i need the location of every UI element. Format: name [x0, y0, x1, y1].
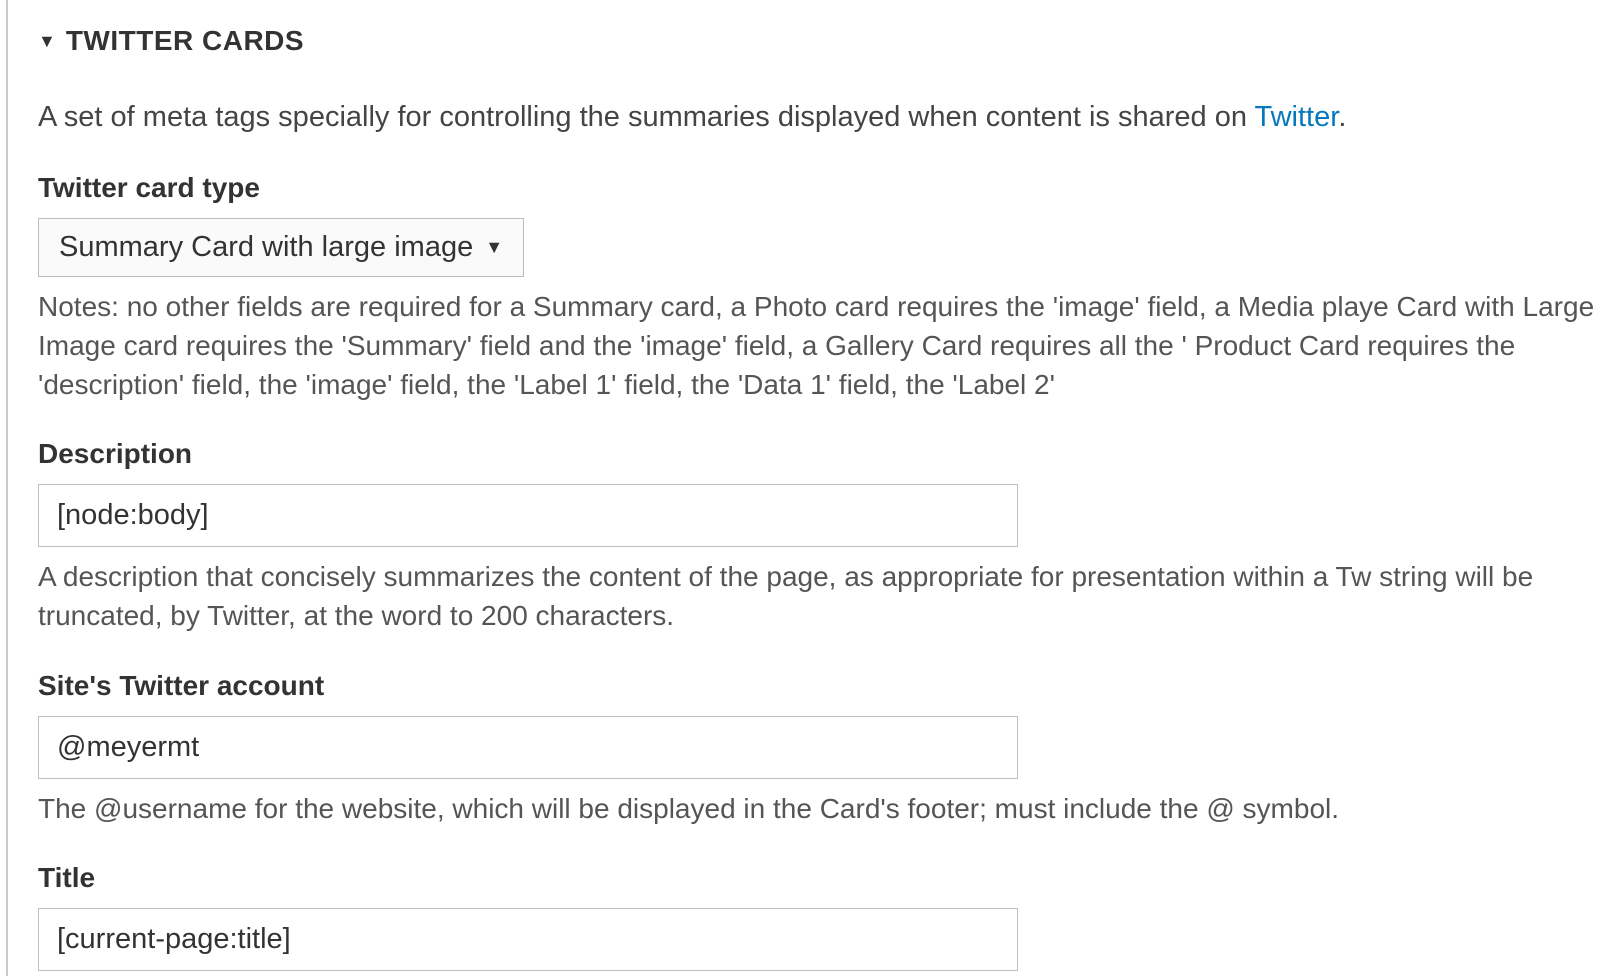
- card-type-label: Twitter card type: [38, 172, 1616, 204]
- description-input[interactable]: [38, 484, 1018, 547]
- fieldset-title: TWITTER CARDS: [66, 25, 304, 57]
- site-account-label: Site's Twitter account: [38, 670, 1616, 702]
- site-account-input[interactable]: [38, 716, 1018, 779]
- fieldset-intro: A set of meta tags specially for control…: [38, 97, 1616, 138]
- description-label: Description: [38, 438, 1616, 470]
- card-type-notes: Notes: no other fields are required for …: [38, 287, 1616, 405]
- disclosure-triangle-icon: ▼: [38, 32, 56, 50]
- fieldset-toggle[interactable]: ▼ TWITTER CARDS: [38, 25, 1616, 57]
- description-help: A description that concisely summarizes …: [38, 557, 1616, 635]
- intro-prefix: A set of meta tags specially for control…: [38, 101, 1255, 133]
- title-label: Title: [38, 862, 1616, 894]
- card-type-select[interactable]: Summary Card with large image ▼: [38, 218, 524, 277]
- form-item-site-account: Site's Twitter account The @username for…: [38, 670, 1616, 828]
- card-type-selected: Summary Card with large image: [59, 231, 473, 264]
- site-account-help: The @username for the website, which wil…: [38, 789, 1616, 828]
- form-item-card-type: Twitter card type Summary Card with larg…: [38, 172, 1616, 405]
- form-item-title: Title: [38, 862, 1616, 971]
- caret-down-icon: ▼: [485, 237, 503, 258]
- twitter-link[interactable]: Twitter: [1255, 101, 1339, 133]
- title-input[interactable]: [38, 908, 1018, 971]
- form-item-description: Description A description that concisely…: [38, 438, 1616, 635]
- intro-suffix: .: [1338, 101, 1346, 133]
